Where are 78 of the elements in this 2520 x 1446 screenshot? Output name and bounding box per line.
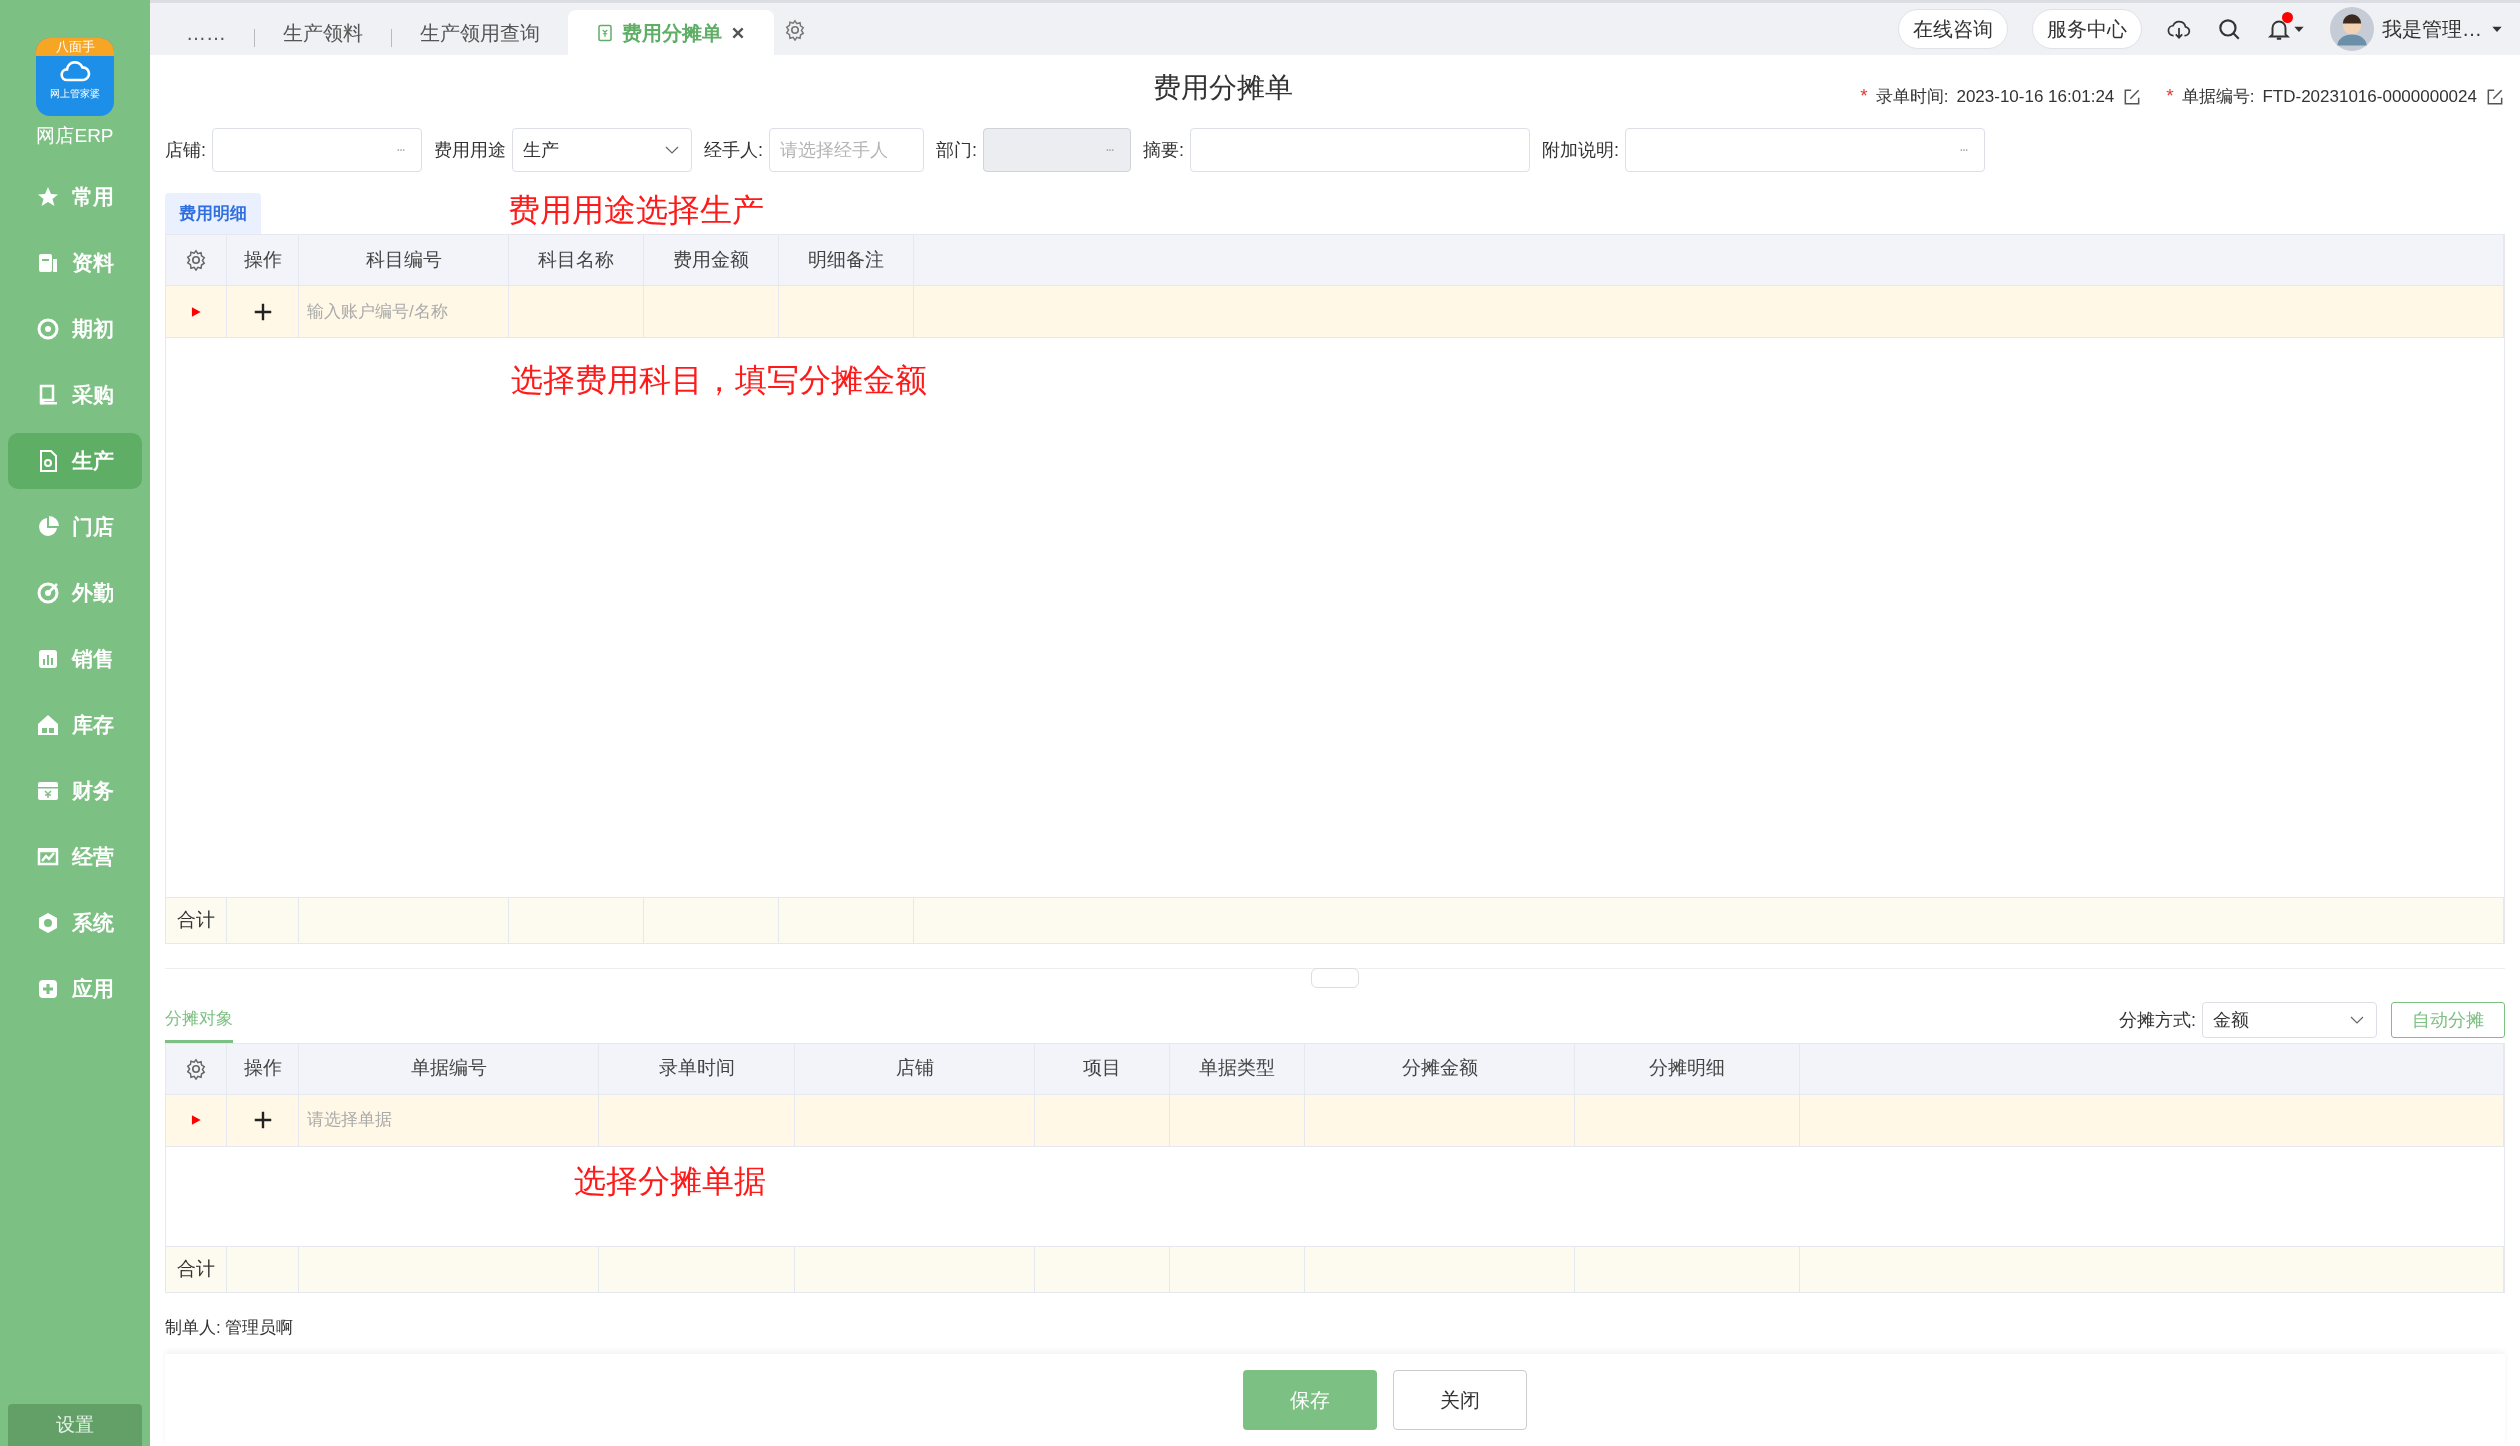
save-button[interactable]: 保存 bbox=[1243, 1370, 1377, 1430]
sidebar-item[interactable]: 常用 bbox=[8, 168, 142, 225]
tab[interactable]: 生产领料 bbox=[255, 10, 391, 55]
settings-button[interactable]: 设置 bbox=[8, 1404, 142, 1446]
field-value: 2023-10-16 16:01:24 bbox=[1956, 85, 2115, 108]
document-icon bbox=[596, 23, 614, 42]
logo-text: 网上管家婆 bbox=[50, 88, 100, 100]
sidebar-item[interactable]: 财务 bbox=[8, 762, 142, 819]
total-label: 合计 bbox=[177, 1256, 215, 1281]
column-header: 操作 bbox=[227, 1043, 299, 1094]
cell-input[interactable]: 输入账户编号/名称 bbox=[299, 298, 508, 325]
header-link[interactable]: 服务中心 bbox=[2032, 9, 2142, 49]
select-field[interactable]: 生产 bbox=[512, 128, 692, 172]
field-label: 经手人: bbox=[704, 138, 764, 162]
input-field[interactable] bbox=[212, 128, 422, 172]
hexagon-icon bbox=[36, 910, 60, 935]
user-name[interactable]: 我是管理… bbox=[2382, 14, 2482, 44]
target-icon bbox=[36, 580, 60, 605]
field-label: 分摊方式: bbox=[2119, 1008, 2196, 1032]
required-mark: * bbox=[1860, 84, 1868, 109]
pie-chart-icon bbox=[36, 514, 60, 539]
sidebar-item[interactable]: 生产 bbox=[8, 432, 142, 489]
page-title: 费用分摊单 bbox=[1151, 70, 1294, 105]
header-link[interactable]: 在线咨询 bbox=[1898, 9, 2008, 49]
cell-input[interactable]: 请选择单据 bbox=[299, 1107, 598, 1133]
sidebar-item[interactable]: 外勤 bbox=[8, 564, 142, 621]
settings-icon[interactable] bbox=[784, 19, 806, 41]
sidebar-item[interactable]: 资料 bbox=[8, 234, 142, 291]
field-label: 录单时间: bbox=[1875, 85, 1949, 108]
auto-allocate-button[interactable]: 自动分摊 bbox=[2391, 1002, 2505, 1039]
tab[interactable]: 费用分摊单 bbox=[568, 10, 774, 55]
field-label: 店铺: bbox=[165, 138, 206, 162]
field-label: 制单人: bbox=[165, 1316, 221, 1339]
sidebar-item[interactable]: 系统 bbox=[8, 894, 142, 951]
field-label: 附加说明: bbox=[1542, 138, 1620, 162]
tab[interactable]: …… bbox=[158, 10, 254, 55]
logo-badge: 八面手 bbox=[36, 38, 114, 56]
field-value: FTD-20231016-0000000024 bbox=[2262, 85, 2477, 108]
settings-icon[interactable] bbox=[185, 1057, 207, 1080]
sidebar-item[interactable]: 采购 bbox=[8, 366, 142, 423]
annotation-text: 选择分摊单据 bbox=[573, 1161, 767, 1201]
annotation-text: 费用用途选择生产 bbox=[508, 191, 764, 230]
sidebar-item[interactable]: 门店 bbox=[8, 498, 142, 555]
sidebar-item[interactable]: 期初 bbox=[8, 300, 142, 357]
search-icon[interactable] bbox=[2216, 16, 2242, 42]
resize-handle[interactable] bbox=[1311, 968, 1359, 988]
total-label: 合计 bbox=[177, 908, 215, 933]
column-header: 单据类型 bbox=[1170, 1043, 1305, 1094]
input-field[interactable] bbox=[1625, 128, 1986, 172]
app-name: 网店ERP bbox=[36, 124, 114, 148]
column-header: 分摊金额 bbox=[1305, 1043, 1575, 1094]
column-header: 分摊明细 bbox=[1575, 1043, 1800, 1094]
column-header: 录单时间 bbox=[599, 1043, 795, 1094]
avatar-icon bbox=[2330, 7, 2374, 51]
input-field[interactable] bbox=[1190, 128, 1531, 172]
annotation-text: 选择费用科目，填写分摊金额 bbox=[510, 361, 928, 400]
row-marker-icon bbox=[189, 1113, 203, 1127]
sidebar-item[interactable]: 销售 bbox=[8, 630, 142, 687]
column-header: 项目 bbox=[1035, 1043, 1170, 1094]
target-icon bbox=[36, 316, 60, 341]
close-button[interactable]: 关闭 bbox=[1393, 1370, 1527, 1430]
column-header: 店铺 bbox=[795, 1043, 1035, 1094]
required-mark: * bbox=[2166, 84, 2174, 109]
column-header: 单据编号 bbox=[299, 1043, 599, 1094]
tab[interactable]: 生产领用查询 bbox=[392, 10, 568, 55]
input-field[interactable]: 请选择经手人 bbox=[769, 128, 925, 172]
settings-icon[interactable] bbox=[185, 249, 207, 271]
field-label: 单据编号: bbox=[2181, 85, 2255, 108]
sidebar-item[interactable]: 经营 bbox=[8, 828, 142, 885]
field-label: 费用用途 bbox=[434, 138, 506, 162]
section-tab[interactable]: 费用明细 bbox=[165, 192, 261, 234]
field-label: 部门: bbox=[936, 138, 978, 162]
sidebar-item[interactable]: 库存 bbox=[8, 696, 142, 753]
select-field[interactable]: 金额 bbox=[2202, 1002, 2377, 1039]
house-icon bbox=[36, 712, 60, 737]
sidebar-item[interactable]: 应用 bbox=[8, 960, 142, 1017]
field-label: 摘要: bbox=[1143, 138, 1185, 162]
field-value: 管理员啊 bbox=[224, 1316, 293, 1339]
